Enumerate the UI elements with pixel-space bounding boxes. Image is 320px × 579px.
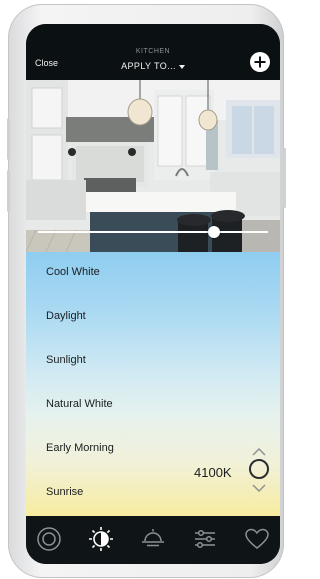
- color-temperature-list: Cool White Daylight Sunlight Natural Whi…: [26, 252, 280, 516]
- chevron-up-icon[interactable]: [252, 448, 266, 456]
- brightness-slider[interactable]: [38, 226, 268, 238]
- temp-option-natural-white[interactable]: Natural White: [46, 398, 113, 410]
- room-photo: [26, 80, 280, 252]
- app-screen: Close KITCHEN APPLY TO... Cool White Day…: [26, 24, 280, 564]
- selected-kelvin-value: 4100K: [194, 465, 232, 480]
- scene-circle-icon[interactable]: [36, 526, 62, 552]
- sliders-icon[interactable]: [192, 526, 218, 552]
- temp-option-daylight[interactable]: Daylight: [46, 310, 86, 322]
- room-title: KITCHEN: [135, 48, 171, 55]
- apply-to-label: APPLY TO...: [121, 61, 176, 71]
- temp-option-cool-white[interactable]: Cool White: [46, 266, 100, 278]
- brightness-track: [38, 231, 268, 233]
- volume-button: [7, 118, 10, 160]
- temperature-picker-knob[interactable]: [249, 459, 269, 479]
- chevron-down-icon[interactable]: [252, 484, 266, 492]
- top-bar: Close KITCHEN APPLY TO...: [26, 24, 280, 80]
- apply-to-dropdown[interactable]: APPLY TO...: [26, 61, 280, 71]
- plus-icon: [254, 56, 266, 68]
- bottom-tab-bar: [26, 516, 280, 564]
- temp-option-sunlight[interactable]: Sunlight: [46, 354, 86, 366]
- sunrise-icon[interactable]: [140, 526, 166, 552]
- heart-icon[interactable]: [244, 526, 270, 552]
- power-button: [283, 148, 286, 208]
- temp-option-sunrise[interactable]: Sunrise: [46, 486, 83, 498]
- caret-down-icon: [178, 64, 185, 69]
- brightness-handle[interactable]: [208, 226, 220, 238]
- volume-button-lower: [7, 170, 10, 212]
- add-button[interactable]: [250, 52, 270, 72]
- color-temperature-icon[interactable]: [88, 526, 114, 552]
- temp-option-early-morning[interactable]: Early Morning: [46, 442, 114, 454]
